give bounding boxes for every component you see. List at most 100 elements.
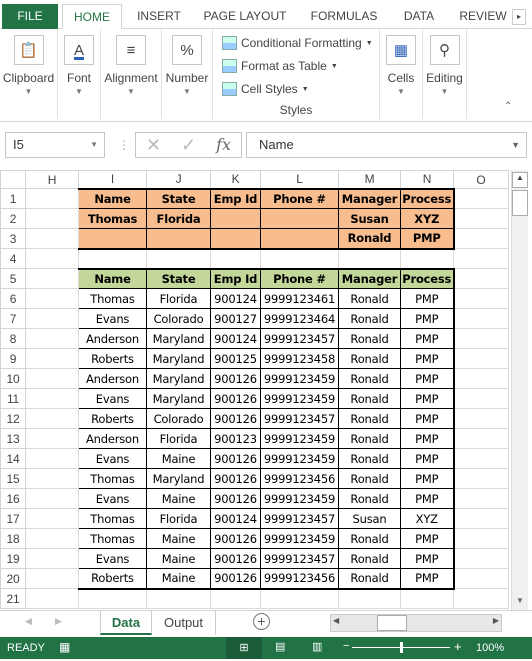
cells-group[interactable]: ▦ Cells ▼ [380, 29, 423, 119]
cell[interactable]: Ronald [338, 288, 401, 309]
cell[interactable] [453, 308, 509, 329]
editing-group[interactable]: ⚲ Editing ▼ [423, 29, 467, 119]
zoom-in-icon[interactable]: + [454, 639, 462, 654]
scroll-left-icon[interactable]: ◀ [333, 616, 339, 625]
cell[interactable]: 900124 [210, 508, 261, 529]
cell[interactable]: State [146, 187, 211, 209]
cell[interactable]: Manager [338, 187, 401, 209]
cell[interactable]: PMP [400, 368, 455, 389]
cell[interactable]: Evans [78, 448, 147, 469]
cell[interactable]: Anderson [78, 328, 147, 349]
cell[interactable] [210, 208, 261, 229]
cancel-icon[interactable]: ✕ [146, 133, 161, 157]
cell[interactable] [453, 548, 509, 569]
tab-page-layout[interactable]: PAGE LAYOUT [196, 4, 294, 29]
cell[interactable]: Anderson [78, 428, 147, 449]
cell[interactable]: Ronald [338, 408, 401, 429]
cell[interactable] [78, 588, 147, 609]
zoom-level[interactable]: 100% [476, 642, 504, 654]
cell[interactable] [25, 248, 79, 269]
cell[interactable]: Ronald [338, 488, 401, 509]
expand-formula-icon[interactable]: ▼ [511, 133, 520, 157]
cell[interactable]: PMP [400, 228, 455, 250]
cell[interactable]: Maine [146, 548, 211, 569]
cell[interactable]: Roberts [78, 408, 147, 429]
scroll-thumb[interactable] [512, 190, 528, 216]
cell[interactable]: Florida [146, 508, 211, 529]
chevron-down-icon[interactable]: ▼ [90, 133, 98, 157]
spreadsheet-grid[interactable]: H I J K L M N O 1 Name State Emp Id Phone # Manager Pr… [0, 170, 509, 609]
cell[interactable]: Maryland [146, 388, 211, 409]
cell[interactable] [260, 228, 339, 250]
cell[interactable]: Thomas [78, 468, 147, 489]
alignment-group[interactable]: ≡ Alignment ▼ [101, 29, 162, 119]
column-header-N[interactable]: N [400, 170, 454, 189]
cell[interactable]: Ronald [338, 528, 401, 549]
cell[interactable]: State [146, 267, 211, 289]
cell[interactable]: 9999123459 [260, 528, 339, 549]
vertical-scrollbar[interactable]: ▲ ▼ [511, 170, 528, 610]
cell[interactable]: PMP [400, 468, 455, 489]
cell[interactable]: Maine [146, 568, 211, 590]
column-header-H[interactable]: H [25, 170, 79, 189]
cell[interactable]: Colorado [146, 408, 211, 429]
row-header[interactable]: 11 [0, 388, 26, 409]
cell[interactable]: Florida [146, 428, 211, 449]
cell[interactable]: Maryland [146, 368, 211, 389]
cell[interactable]: 9999123459 [260, 448, 339, 469]
cell[interactable]: 900125 [210, 348, 261, 369]
cell[interactable]: 900126 [210, 448, 261, 469]
cell[interactable]: Process [400, 267, 455, 289]
cell[interactable] [260, 588, 339, 609]
cell[interactable] [146, 228, 211, 250]
cell[interactable]: Ronald [338, 308, 401, 329]
cell[interactable] [25, 388, 79, 409]
cell[interactable] [453, 508, 509, 529]
row-header[interactable]: 9 [0, 348, 26, 369]
insert-function-icon[interactable]: fx [216, 133, 231, 157]
cell[interactable]: Maine [146, 528, 211, 549]
sheet-tab-output[interactable]: Output [152, 611, 216, 635]
cell[interactable] [453, 368, 509, 389]
column-header-K[interactable]: K [210, 170, 261, 189]
cell[interactable]: Ronald [338, 548, 401, 569]
cell[interactable] [453, 488, 509, 509]
cell[interactable]: 900126 [210, 468, 261, 489]
column-header-M[interactable]: M [338, 170, 401, 189]
cell[interactable] [146, 588, 211, 609]
cell[interactable]: Maryland [146, 468, 211, 489]
cell[interactable]: Evans [78, 488, 147, 509]
cell[interactable] [453, 228, 509, 249]
cell[interactable]: 900126 [210, 528, 261, 549]
cell[interactable] [25, 328, 79, 349]
row-header[interactable]: 15 [0, 468, 26, 489]
cell[interactable]: PMP [400, 288, 455, 309]
cell[interactable] [210, 248, 261, 269]
cell[interactable] [25, 528, 79, 549]
tab-scroll-right-icon[interactable]: ▸ [512, 9, 526, 25]
cell[interactable] [453, 268, 509, 289]
cell[interactable] [25, 308, 79, 329]
cell[interactable] [25, 548, 79, 569]
cell[interactable] [25, 488, 79, 509]
cell[interactable]: PMP [400, 408, 455, 429]
cell[interactable]: Ronald [338, 568, 401, 590]
cell[interactable]: Ronald [338, 428, 401, 449]
cell[interactable]: Evans [78, 548, 147, 569]
cell[interactable]: 900123 [210, 428, 261, 449]
scroll-up-icon[interactable]: ▲ [512, 172, 528, 188]
cell[interactable]: Roberts [78, 568, 147, 590]
cell[interactable]: Ronald [338, 448, 401, 469]
cell[interactable] [25, 188, 79, 209]
cell[interactable]: PMP [400, 448, 455, 469]
add-sheet-icon[interactable]: + [253, 613, 270, 630]
zoom-slider[interactable] [352, 642, 450, 653]
cell[interactable]: 9999123457 [260, 548, 339, 569]
cell[interactable]: Thomas [78, 208, 147, 229]
row-header[interactable]: 21 [0, 588, 26, 609]
clipboard-group[interactable]: 📋 Clipboard ▼ [0, 29, 58, 119]
cell[interactable]: PMP [400, 568, 455, 590]
cell[interactable] [453, 208, 509, 229]
cell[interactable]: Maryland [146, 328, 211, 349]
row-header[interactable]: 17 [0, 508, 26, 529]
